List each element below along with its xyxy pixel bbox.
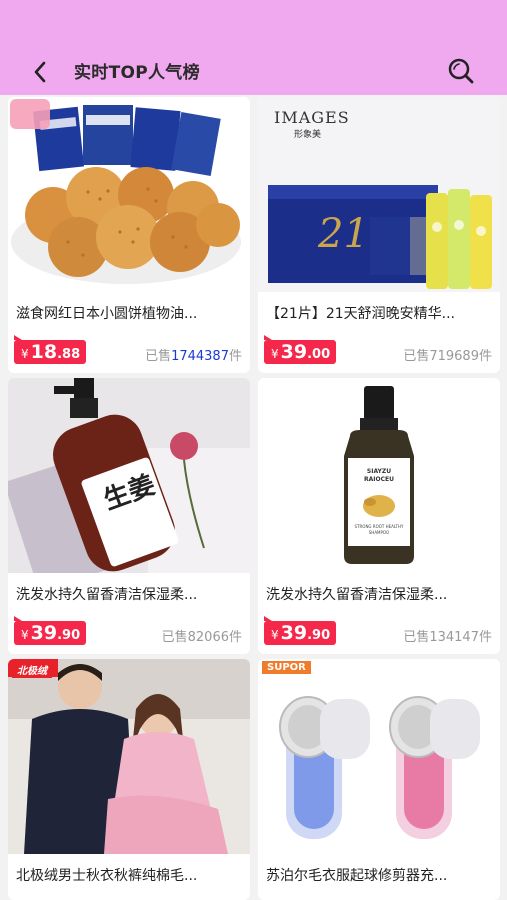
sold-count: 已售719689件 [403,349,492,364]
page-title: 实时TOP人气榜 [74,63,200,83]
product-image: IMAGES 形象美 21 [258,97,500,292]
brand-logo: IMAGES [274,108,350,127]
product-grid: 滋食网红日本小圆饼植物油... ¥18.88 已售1744387件 IMAGES… [0,95,507,900]
sold-count: 已售134147件 [403,630,492,645]
product-image [8,97,250,292]
product-card[interactable]: SUPOR 苏泊尔毛衣服起球修剪器充... [258,659,500,900]
sold-count: 已售82066件 [161,630,242,645]
product-image: 北极绒 [8,659,250,854]
brand-badge: SUPOR [262,661,311,674]
product-card[interactable]: SIAYZU RAIOCEU STRONG ROOT HEALTHY SHAMP… [258,378,500,654]
product-card[interactable]: 生姜 洗发水持久留香清洁保湿柔... ¥39.90 已售82066件 [8,378,250,654]
product-image: SUPOR [258,659,500,854]
search-button[interactable] [444,54,478,88]
box-number: 21 [317,211,369,257]
product-name: 【21片】21天舒润晚安精华... [266,306,455,322]
product-card[interactable]: 滋食网红日本小圆饼植物油... ¥18.88 已售1744387件 [8,97,250,373]
product-name: 洗发水持久留香清洁保湿柔... [266,587,448,603]
svg-text:STRONG ROOT HEALTHY: STRONG ROOT HEALTHY [355,524,404,529]
brand-logo-cn: 形象美 [294,128,321,140]
product-card[interactable]: 北极绒 北极绒男士秋衣秋裤纯棉毛... [8,659,250,900]
svg-text:RAIOCEU: RAIOCEU [364,476,394,483]
product-name: 滋食网红日本小圆饼植物油... [16,306,198,322]
product-name: 洗发水持久留香清洁保湿柔... [16,587,198,603]
bottle-brand: SIAYZU [367,468,391,475]
product-name: 北极绒男士秋衣秋裤纯棉毛... [16,868,198,884]
price-tag: ¥39.00 [264,335,337,364]
chevron-left-icon [34,61,46,83]
product-image: 生姜 [8,378,250,573]
back-button[interactable] [26,56,54,88]
search-icon [448,58,474,84]
svg-text:SHAMPOO: SHAMPOO [369,530,389,535]
top-bar: 实时TOP人气榜 [0,0,507,95]
product-image: SIAYZU RAIOCEU STRONG ROOT HEALTHY SHAMP… [258,378,500,573]
price-tag: ¥39.90 [264,616,337,645]
product-card[interactable]: IMAGES 形象美 21 【21片】21天舒润晚安精华... ¥39.00 已… [258,97,500,373]
brand-badge: 北极绒 [12,661,52,678]
sold-count: 已售1744387件 [145,349,242,364]
product-name: 苏泊尔毛衣服起球修剪器充... [266,868,448,884]
price-tag: ¥18.88 [14,335,87,364]
price-tag: ¥39.90 [14,616,87,645]
